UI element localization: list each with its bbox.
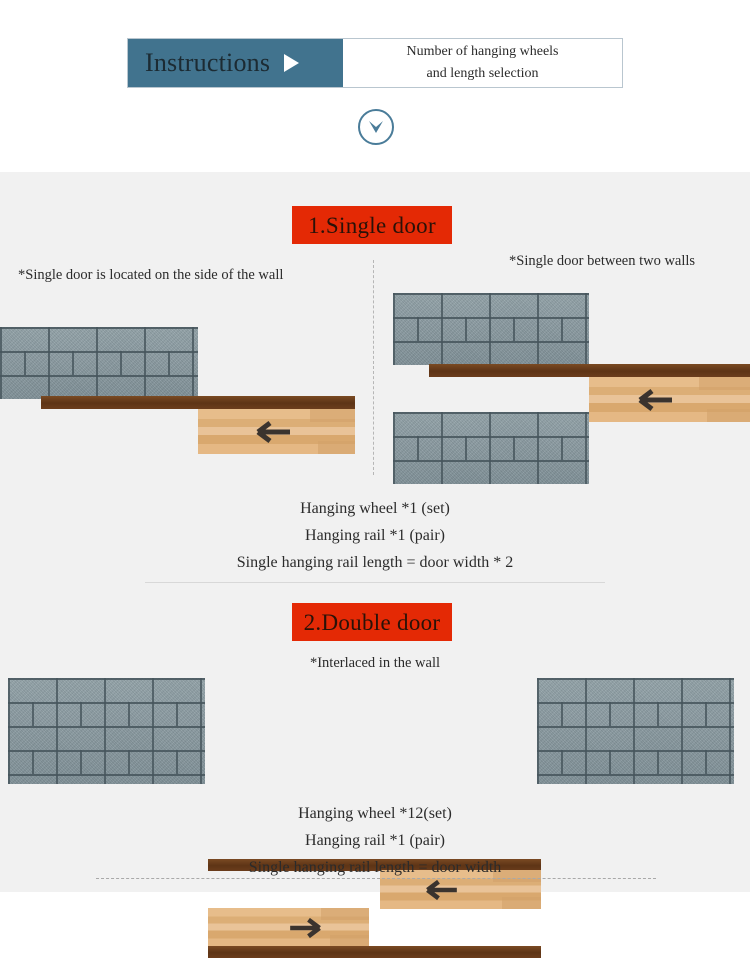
hanging-rail-bottom-double <box>208 946 541 958</box>
caption-single-door-between-walls: *Single door between two walls <box>509 253 696 269</box>
wood-plank-seam <box>502 897 541 909</box>
section-separator <box>145 582 605 583</box>
wood-plank-seam <box>707 409 750 422</box>
subtitle-line-2: and length selection <box>426 65 539 81</box>
brick-wall-bottom-right-single <box>393 412 589 484</box>
hanging-rail-right-single <box>429 364 750 377</box>
arrow-right-icon <box>290 917 321 939</box>
triangle-right-icon <box>284 54 300 72</box>
wood-plank-seam <box>318 441 355 454</box>
spec-line: Single hanging rail length = door width … <box>236 554 514 571</box>
instructions-subtitle-block: Number of hanging wheels and length sele… <box>343 39 622 87</box>
instructions-label: Instructions <box>145 48 271 77</box>
sliding-door-right-single <box>589 377 750 422</box>
wood-plank-seam <box>699 377 750 390</box>
section-banner-single-door: 1.Single door <box>292 206 452 244</box>
hanging-rail-left-single <box>41 396 355 409</box>
sliding-door-left-single <box>198 409 355 454</box>
instructions-title-block: Instructions <box>128 39 343 87</box>
spec-line: Hanging rail *1 (pair) <box>305 832 445 849</box>
content-area: 1.Single door *Single door is located on… <box>0 172 750 958</box>
instructions-header-bar: Instructions Number of hanging wheels an… <box>127 38 623 88</box>
bottom-dashed-divider <box>96 878 656 879</box>
spec-line: Hanging rail *1 (pair) <box>305 527 445 544</box>
spec-list-single-door: Hanging wheel *1 (set) Hanging rail *1 (… <box>0 495 750 576</box>
brick-wall-top-right-single <box>393 293 589 365</box>
arrow-left-icon <box>426 879 457 901</box>
spec-line: Hanging wheel *1 (set) <box>300 500 450 517</box>
spec-line: Single hanging rail length = door width <box>248 859 502 876</box>
header-band: Instructions Number of hanging wheels an… <box>0 0 750 172</box>
brick-wall-left-double <box>8 678 205 784</box>
subtitle-line-1: Number of hanging wheels <box>406 43 559 59</box>
spec-line: Hanging wheel *12(set) <box>298 805 452 822</box>
arrow-left-icon <box>256 421 290 443</box>
chevron-down-glyph <box>369 121 383 133</box>
arrow-left-icon <box>638 389 672 411</box>
brick-wall-left-single <box>0 327 198 399</box>
sliding-door-right-moving-double <box>208 908 369 947</box>
caption-single-door-side-wall: *Single door is located on the side of t… <box>18 267 284 283</box>
chevron-down-circle-icon[interactable] <box>358 109 394 145</box>
brick-wall-right-double <box>537 678 734 784</box>
spec-list-double-door: Hanging wheel *12(set) Hanging rail *1 (… <box>0 800 750 881</box>
section-banner-double-door: 2.Double door <box>292 603 452 641</box>
caption-interlaced-in-wall: *Interlaced in the wall <box>309 655 441 671</box>
wood-plank-seam <box>310 409 355 422</box>
vertical-dashed-divider <box>373 260 374 475</box>
